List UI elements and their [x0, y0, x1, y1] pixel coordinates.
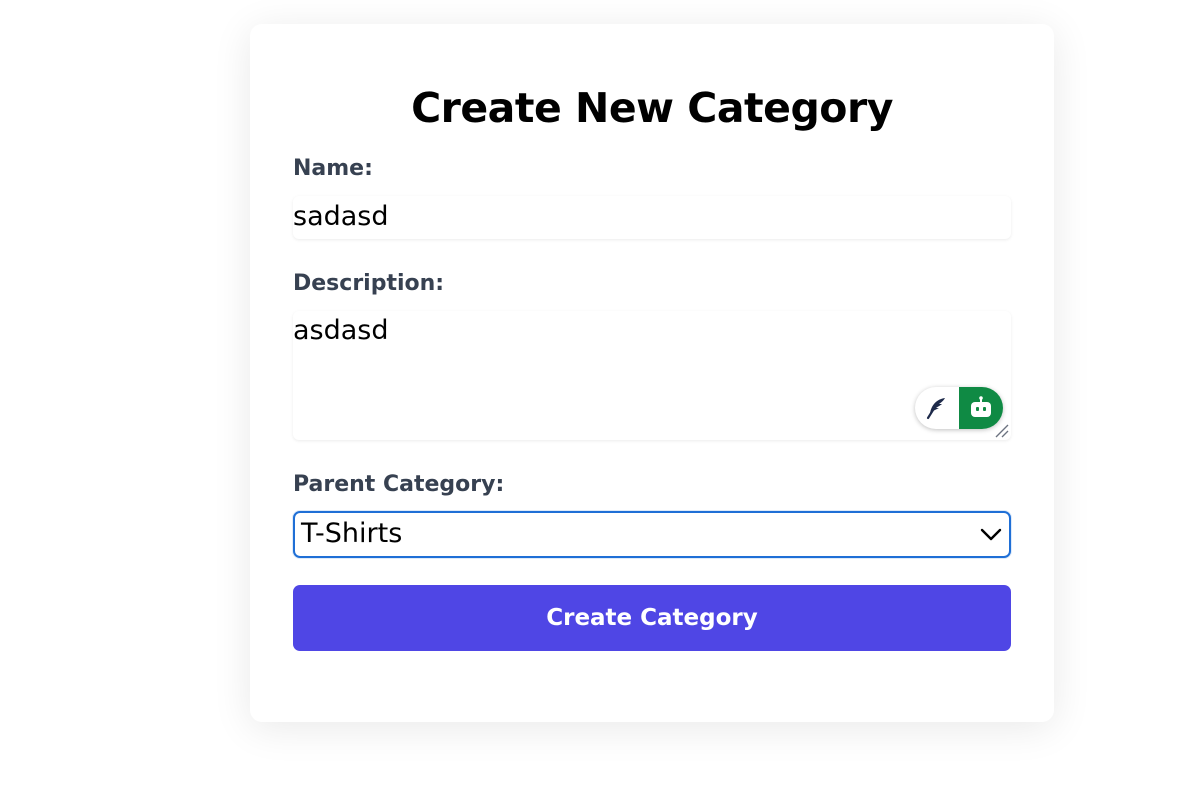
parent-category-selected: T-Shirts: [301, 518, 403, 549]
page-title: Create New Category: [411, 84, 893, 132]
parent-category-label: Parent Category:: [293, 472, 505, 497]
feather-icon[interactable]: [915, 387, 959, 429]
description-textarea[interactable]: asdasd: [293, 311, 1011, 440]
create-category-button[interactable]: Create Category: [293, 585, 1011, 651]
name-input[interactable]: sadasd: [293, 196, 1011, 239]
name-input-value: sadasd: [293, 201, 389, 232]
chevron-down-icon: [980, 528, 1002, 541]
create-category-card: Create New Category Name: sadasd Descrip…: [250, 24, 1054, 722]
parent-category-select[interactable]: T-Shirts: [293, 511, 1011, 558]
resize-grip-icon[interactable]: [993, 422, 1009, 438]
description-textarea-value: asdasd: [293, 315, 389, 346]
name-label: Name:: [293, 156, 373, 181]
description-label: Description:: [293, 271, 445, 296]
assistant-widget[interactable]: [915, 387, 1003, 429]
